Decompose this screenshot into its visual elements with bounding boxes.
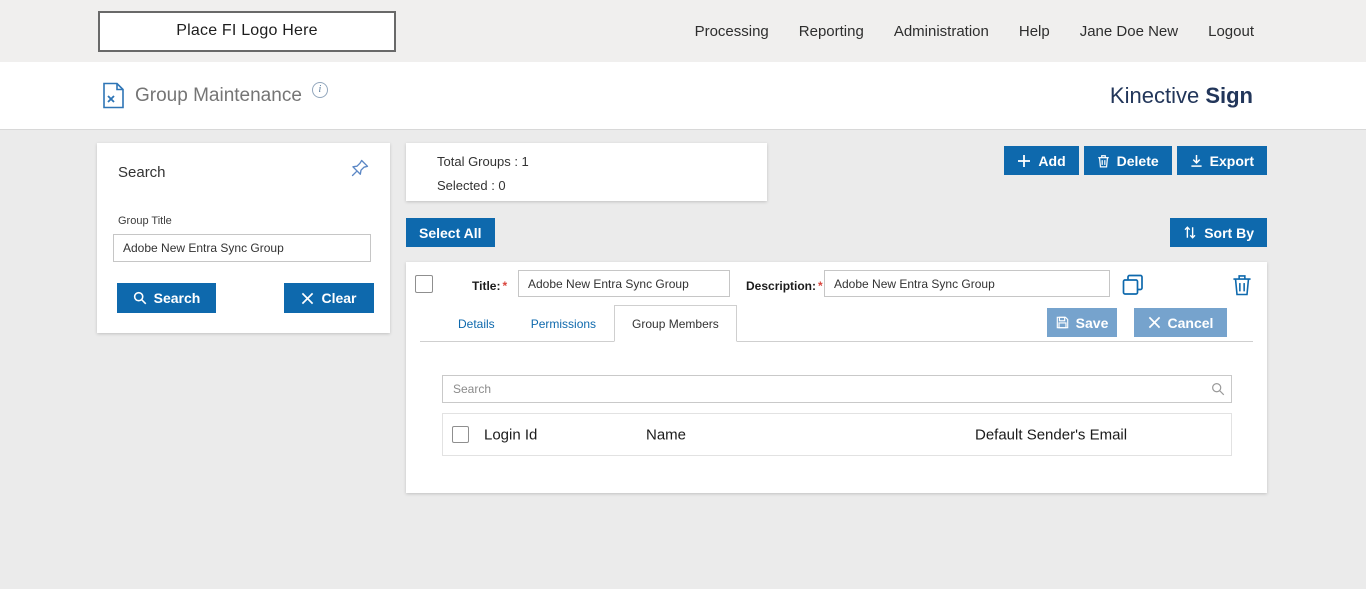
editor-tabs-zone: Details Permissions Group Members Save C…: [420, 305, 1253, 342]
group-title-input[interactable]: [113, 234, 371, 262]
search-button[interactable]: Search: [117, 283, 216, 313]
trash-icon[interactable]: [1232, 273, 1252, 296]
save-button[interactable]: Save: [1047, 308, 1117, 337]
trash-icon: [1097, 154, 1110, 168]
member-search-input[interactable]: [442, 375, 1232, 403]
group-editor-panel: Title:* Description:* Details Permission…: [406, 262, 1267, 493]
brand-logo: Kinective Sign: [1110, 83, 1253, 109]
nav-logout[interactable]: Logout: [1208, 23, 1254, 40]
description-label: Description: *: [746, 279, 823, 293]
sort-by-button[interactable]: Sort By: [1170, 218, 1267, 247]
page-header: Group Maintenance i Kinective Sign: [0, 62, 1366, 130]
selected-count: Selected : 0: [437, 178, 506, 193]
fi-logo-placeholder: Place FI Logo Here: [98, 10, 396, 52]
delete-button[interactable]: Delete: [1083, 146, 1172, 175]
export-button[interactable]: Export: [1176, 146, 1267, 175]
group-title-label: Group Title: [118, 215, 172, 227]
document-x-icon: [101, 82, 125, 109]
page-title: Group Maintenance: [135, 84, 302, 106]
select-all-button[interactable]: Select All: [406, 218, 495, 247]
pin-icon[interactable]: [350, 158, 370, 178]
members-table-header: Login Id Name Default Sender's Email: [442, 413, 1232, 456]
sort-arrows-icon: [1183, 225, 1197, 240]
copy-icon[interactable]: [1121, 273, 1145, 297]
select-all-members-checkbox[interactable]: [452, 426, 469, 443]
brand-name: Kinective: [1109, 82, 1200, 108]
fi-logo-text: Place FI Logo Here: [176, 22, 318, 39]
group-row-checkbox[interactable]: [415, 275, 433, 293]
editor-actions: Save Cancel: [1047, 308, 1227, 337]
title-label: Title: *: [472, 279, 508, 293]
top-nav: Processing Reporting Administration Help…: [695, 23, 1254, 40]
nav-administration[interactable]: Administration: [894, 23, 989, 40]
total-groups-count: Total Groups : 1: [437, 154, 529, 169]
column-header-name: Name: [646, 426, 687, 443]
download-icon: [1190, 154, 1203, 168]
nav-processing[interactable]: Processing: [695, 23, 769, 40]
main-content: Search Group Title Search Clear: [0, 130, 1366, 589]
search-icon: [133, 291, 147, 305]
cancel-button[interactable]: Cancel: [1134, 308, 1227, 337]
plus-icon: [1017, 154, 1031, 168]
brand-name-bold: Sign: [1205, 82, 1253, 108]
clear-button[interactable]: Clear: [284, 283, 374, 313]
info-icon[interactable]: i: [311, 81, 328, 98]
tab-details[interactable]: Details: [440, 305, 513, 342]
member-search: [442, 375, 1232, 403]
search-panel-title: Search: [118, 164, 166, 181]
group-toolbar: Add Delete Export: [1004, 146, 1267, 175]
nav-help[interactable]: Help: [1019, 23, 1050, 40]
required-marker: *: [502, 279, 508, 293]
add-button[interactable]: Add: [1004, 146, 1079, 175]
required-marker: *: [818, 279, 823, 293]
save-icon: [1056, 316, 1069, 329]
top-bar: Place FI Logo Here Processing Reporting …: [0, 0, 1366, 62]
search-icon[interactable]: [1211, 382, 1225, 396]
nav-user-jane-doe-new[interactable]: Jane Doe New: [1080, 23, 1178, 40]
nav-reporting[interactable]: Reporting: [799, 23, 864, 40]
description-input[interactable]: [824, 270, 1110, 297]
summary-panel: Total Groups : 1 Selected : 0: [406, 143, 767, 201]
close-icon: [1148, 316, 1161, 329]
column-header-login-id: Login Id: [484, 426, 538, 443]
column-header-default-senders-email: Default Sender's Email: [975, 426, 1128, 443]
tab-permissions[interactable]: Permissions: [513, 305, 614, 342]
editor-tabs: Details Permissions Group Members: [440, 305, 737, 342]
search-panel: Search Group Title Search Clear: [97, 143, 390, 333]
close-icon: [301, 292, 314, 305]
tab-group-members[interactable]: Group Members: [614, 305, 737, 342]
title-input[interactable]: [518, 270, 730, 297]
